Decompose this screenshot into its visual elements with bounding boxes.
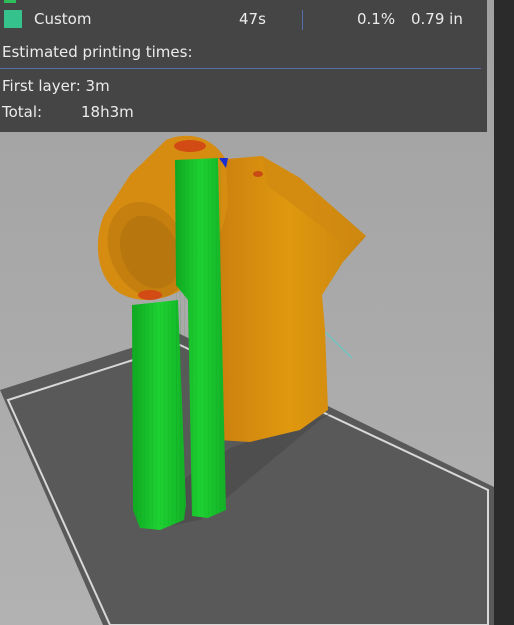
support-swatch <box>4 0 16 3</box>
first-layer-time: First layer: 3m <box>2 77 110 95</box>
legend-length: 0.79 in <box>411 10 463 28</box>
overhang-marker <box>253 171 263 177</box>
viewport-scrollbar[interactable] <box>494 0 514 625</box>
legend-percent: 0.1% <box>357 10 396 28</box>
total-time-value: 18h3m <box>81 103 134 121</box>
overhang-marker <box>138 290 162 300</box>
partial-legend-label <box>34 0 64 3</box>
total-time-label: Total: <box>2 103 43 121</box>
support-pillar-left-hatch <box>134 305 182 525</box>
print-stats-panel: Custom 47s 0.1% 0.79 in Estimated printi… <box>0 0 487 132</box>
column-divider <box>302 10 303 30</box>
support-pillar-right-hatch <box>176 160 224 515</box>
legend-time: 47s <box>239 10 266 28</box>
overhang-marker <box>174 140 206 152</box>
legend-row-custom: Custom 47s 0.1% 0.79 in <box>0 8 487 32</box>
estimated-times-heading: Estimated printing times: <box>2 43 193 61</box>
custom-color-swatch <box>4 10 22 28</box>
legend-label: Custom <box>34 10 92 28</box>
section-divider <box>0 68 481 69</box>
